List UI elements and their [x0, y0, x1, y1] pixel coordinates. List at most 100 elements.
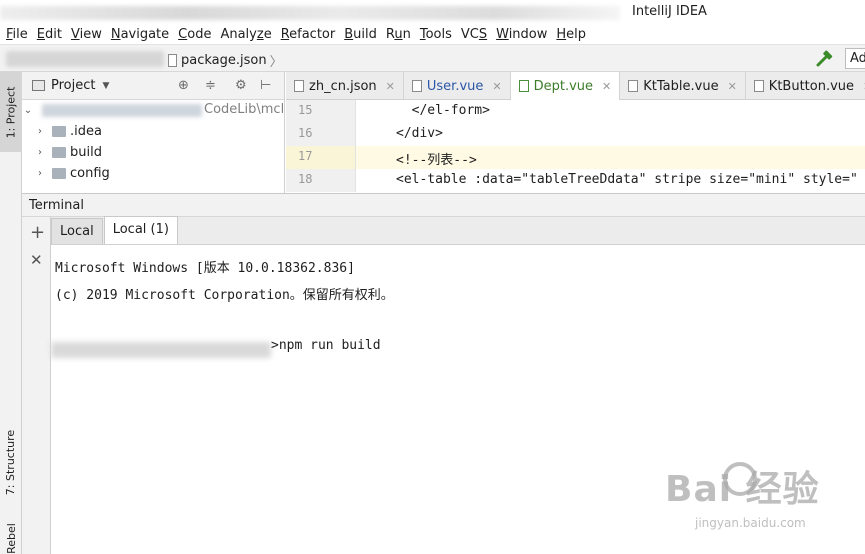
- editor-tab-label: KtButton.vue: [768, 78, 855, 94]
- menu-item-label: u: [394, 26, 403, 42]
- tree-folder-row[interactable]: › config: [22, 163, 284, 184]
- terminal-line: (c) 2019 Microsoft Corporation。保留所有权利。: [55, 288, 394, 303]
- menu-item[interactable]: Run: [386, 27, 411, 42]
- menu-item-label: R: [280, 26, 290, 42]
- tree-root-row[interactable]: ⌄ CodeLib\mclo: [22, 100, 284, 121]
- chevron-down-icon[interactable]: ▼: [102, 81, 109, 91]
- collapse-all-icon[interactable]: ≑: [205, 78, 216, 93]
- code-line[interactable]: 18 <el-table :data="tableTreeDdata" strip…: [286, 169, 865, 192]
- editor-tab-label: KtTable.vue: [643, 78, 719, 94]
- blurred-project-path: [0, 6, 620, 20]
- terminal-output[interactable]: Microsoft Windows [版本 10.0.18362.836] (c…: [51, 245, 865, 554]
- menu-item-label: elp: [566, 26, 587, 42]
- code-text: </el-form>: [396, 103, 490, 118]
- editor-tab[interactable]: KtTable.vue ✕: [620, 72, 746, 100]
- menu-item-label: W: [496, 26, 509, 42]
- terminal-line: Microsoft Windows [版本 10.0.18362.836]: [55, 261, 355, 276]
- chevron-right-icon[interactable]: ›: [34, 168, 46, 179]
- file-icon: [628, 80, 639, 92]
- chevron-right-icon[interactable]: ›: [34, 147, 46, 158]
- close-tab-icon[interactable]: ✕: [492, 80, 501, 93]
- structure-tool-tab[interactable]: 7: Structure: [0, 422, 22, 502]
- menu-item[interactable]: Build: [344, 27, 377, 42]
- menu-item-label: avigate: [120, 26, 170, 42]
- hide-panel-icon[interactable]: ⊢: [260, 78, 271, 93]
- title-bar: IntelliJ IDEA: [0, 0, 865, 24]
- terminal-tab[interactable]: Local: [51, 218, 103, 244]
- menu-item[interactable]: View: [71, 27, 102, 42]
- close-tab-icon[interactable]: ✕: [602, 80, 611, 93]
- code-text: <el-table :data="tableTreeDdata" stripe …: [396, 172, 858, 187]
- folder-icon: [52, 126, 66, 137]
- structure-tool-tab-label: 7: Structure: [4, 429, 18, 495]
- line-number: 15: [286, 100, 356, 123]
- menu-item[interactable]: Refactor: [281, 27, 336, 42]
- line-number: 16: [286, 123, 356, 146]
- menu-item-label: e: [263, 26, 272, 42]
- code-line[interactable]: 16 </div>: [286, 123, 865, 146]
- chevron-right-icon[interactable]: ›: [34, 126, 46, 137]
- code-line[interactable]: 17 <!--列表-->: [286, 146, 865, 169]
- editor-tab[interactable]: KtButton.vue✕: [746, 72, 865, 100]
- navigation-bar: package.json 〉 Ad: [0, 44, 865, 72]
- menu-item-label: H: [556, 26, 567, 42]
- code-line[interactable]: 15 </el-form>: [286, 100, 865, 123]
- menu-item-label: E: [36, 26, 45, 42]
- app-title: IntelliJ IDEA: [632, 4, 707, 19]
- folder-icon: [52, 147, 66, 158]
- menu-item-label: Analy: [220, 26, 257, 42]
- code-text: <!--列表-->: [396, 153, 477, 168]
- gear-icon[interactable]: ⚙: [235, 78, 247, 93]
- tree-folder-row[interactable]: › .idea: [22, 121, 284, 142]
- close-tab-icon[interactable]: ✕: [728, 80, 737, 93]
- editor-tab[interactable]: Dept.vue ✕: [510, 72, 621, 100]
- terminal-tab[interactable]: Local (1): [103, 216, 178, 244]
- menu-item-label: indow: [508, 26, 548, 42]
- menu-item-label: iew: [79, 26, 102, 42]
- editor-tab-label: zh_cn.json: [309, 78, 377, 94]
- breadcrumb-separator: 〉: [269, 55, 283, 70]
- menu-item[interactable]: Edit: [37, 27, 62, 42]
- build-hammer-icon[interactable]: [814, 50, 834, 68]
- project-view-selector[interactable]: Project: [51, 78, 95, 93]
- json-file-icon: [168, 54, 177, 67]
- breadcrumb-file[interactable]: package.json 〉: [168, 51, 283, 70]
- tree-folder-row[interactable]: › build: [22, 142, 284, 163]
- close-tab-icon[interactable]: ✕: [386, 80, 395, 93]
- project-tool-tab[interactable]: 1: Project: [0, 72, 22, 152]
- close-session-icon[interactable]: ✕: [30, 251, 43, 269]
- add-configuration-button[interactable]: Ad: [845, 48, 865, 69]
- menu-item[interactable]: Navigate: [111, 27, 169, 42]
- editor-tab-label: Dept.vue: [533, 78, 594, 94]
- file-icon: [518, 80, 529, 92]
- menu-item[interactable]: File: [6, 27, 28, 42]
- menu-item[interactable]: Code: [178, 27, 211, 42]
- menu-item-label: dit: [45, 26, 62, 42]
- file-icon: [294, 80, 304, 92]
- tree-item-label: build: [70, 145, 102, 160]
- editor-tab[interactable]: zh_cn.json ✕: [286, 72, 404, 100]
- menu-item[interactable]: Window: [496, 27, 547, 42]
- new-session-plus-icon[interactable]: +: [30, 222, 45, 243]
- menu-bar: File Edit View Navigate Code Analyze Refactor B…: [0, 24, 865, 44]
- locate-target-icon[interactable]: ⊕: [178, 78, 189, 93]
- project-panel-header: Project ▼ ⊕ ≑ ⚙ ⊢: [22, 72, 284, 100]
- menu-item[interactable]: Help: [556, 27, 586, 42]
- terminal-title: Terminal: [29, 198, 84, 213]
- line-number: 17: [286, 146, 356, 169]
- menu-item[interactable]: VCS: [461, 27, 487, 42]
- menu-item-label: B: [344, 26, 354, 42]
- file-icon: [411, 80, 422, 92]
- code-view[interactable]: 15 </el-form> 16 </div> 17 <!--列表--> 18 <el-ta…: [286, 100, 865, 192]
- editor-tab-label: User.vue: [426, 78, 484, 94]
- terminal-tab-bar: Local Local (1): [51, 216, 865, 245]
- blurred-project-name: [42, 104, 202, 117]
- rebel-tool-tab[interactable]: Rebel: [0, 522, 22, 554]
- menu-item[interactable]: Tools: [420, 27, 452, 42]
- blurred-prompt-path: [51, 342, 271, 358]
- editor-tab[interactable]: User.vue ✕: [404, 72, 511, 100]
- menu-item-label: N: [110, 26, 121, 42]
- menu-item[interactable]: Analyze: [220, 27, 271, 42]
- line-number: 18: [286, 169, 356, 192]
- chevron-down-icon[interactable]: ⌄: [22, 105, 34, 116]
